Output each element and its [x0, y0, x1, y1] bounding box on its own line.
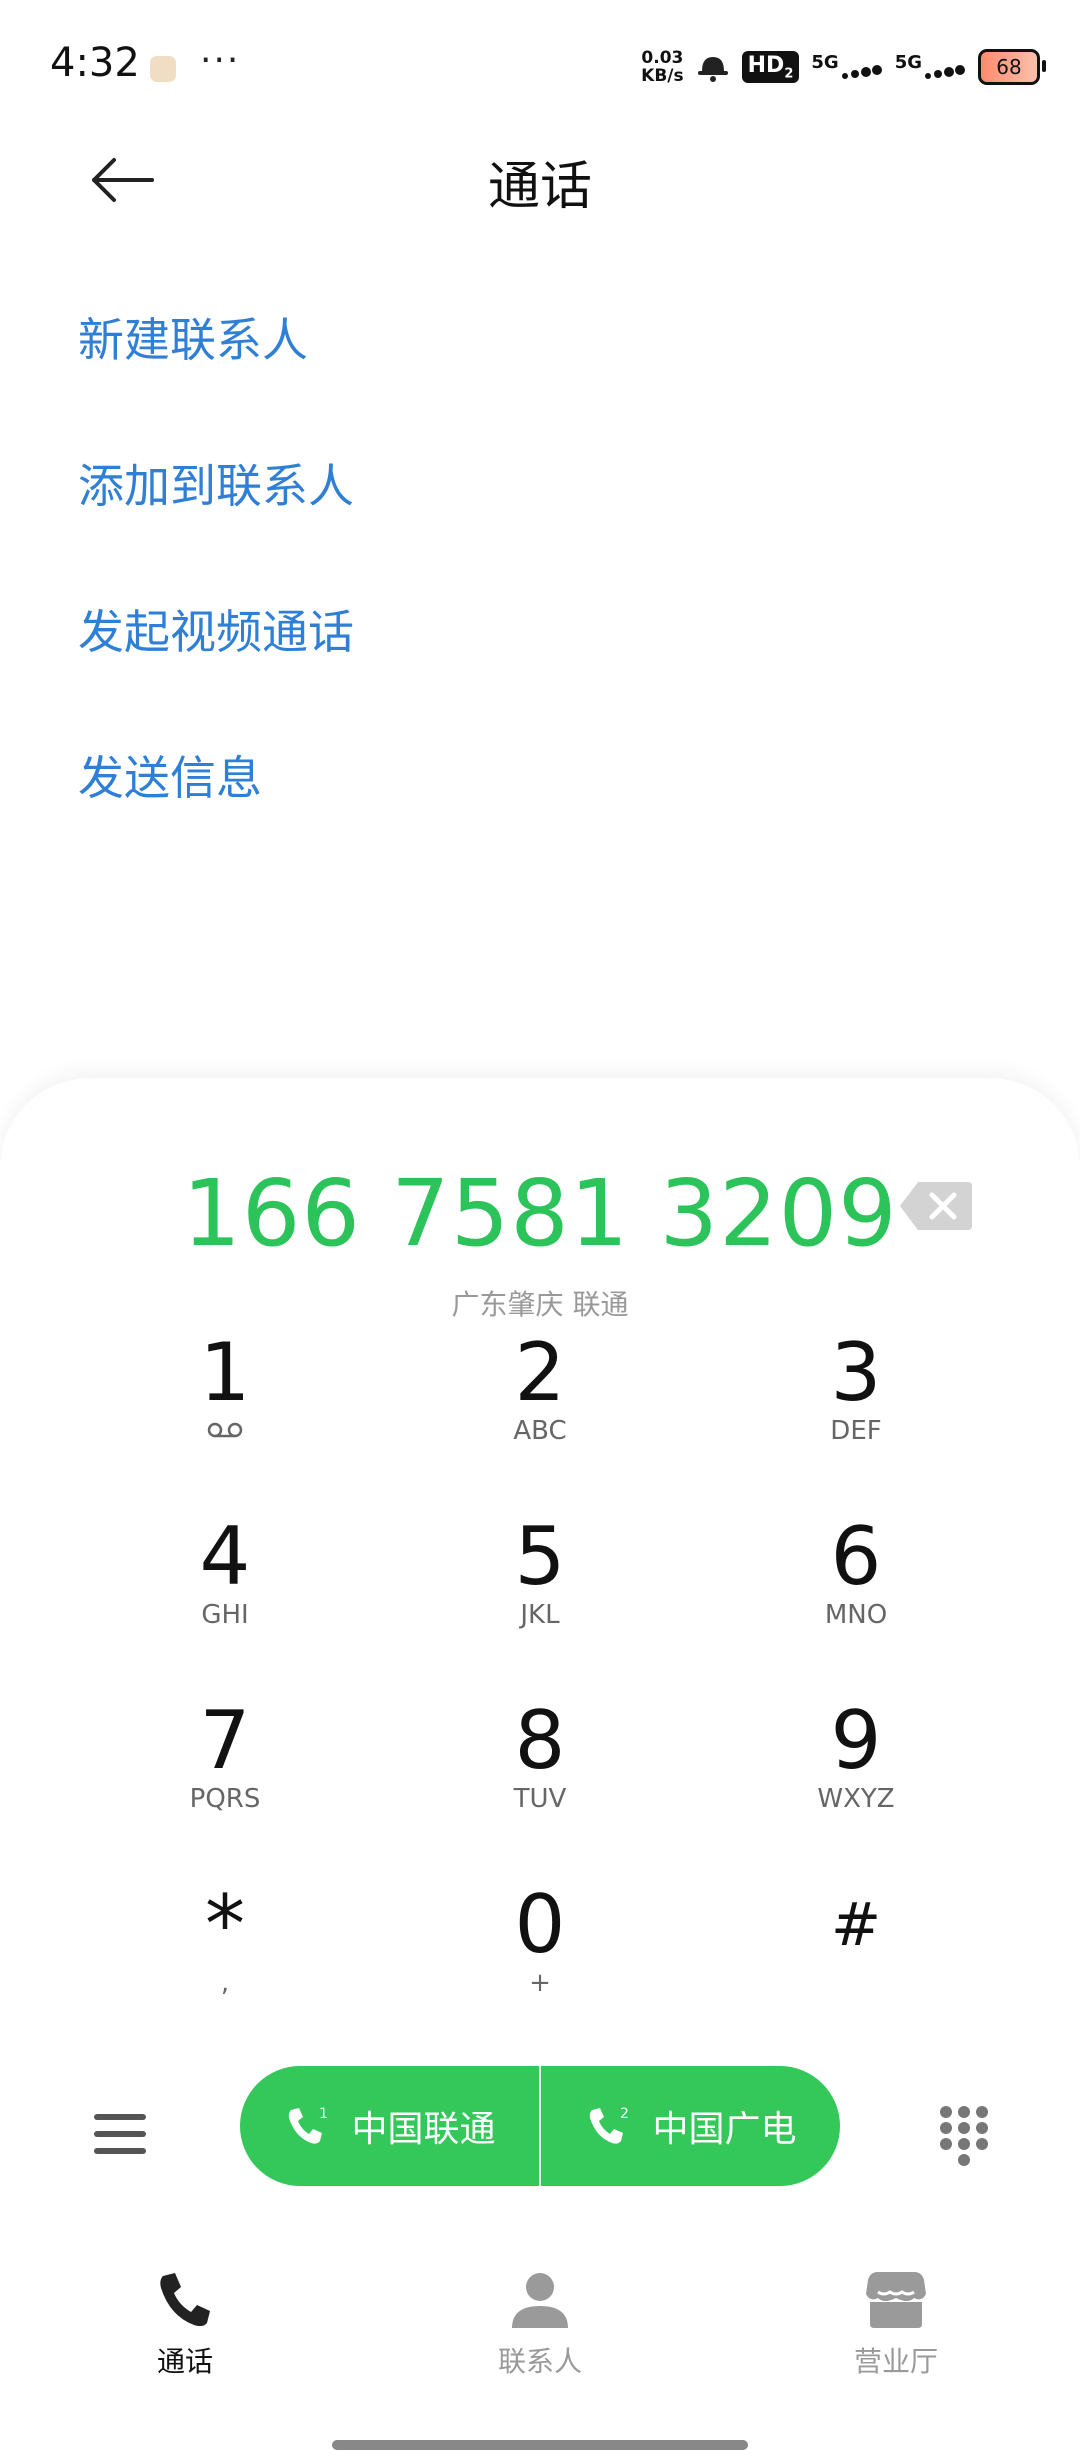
key-hash[interactable]: #	[746, 1880, 966, 2040]
key-letters: PQRS	[189, 1784, 261, 1814]
status-bar: 4:32 ··· 0.03 KB/s HD2 5G 5G 68	[0, 0, 1080, 140]
bottom-tab-bar: 通话 联系人 营业厅	[0, 2260, 1080, 2400]
number-location: 广东肇庆 联通	[451, 1288, 629, 1321]
key-digit: 7	[199, 1694, 251, 1787]
key-4[interactable]: 4 GHI	[115, 1512, 335, 1672]
call-buttons: 1 中国联通 2 中国广电	[240, 2066, 840, 2186]
key-3[interactable]: 3 DEF	[746, 1328, 966, 1488]
key-1[interactable]: 1	[115, 1328, 335, 1488]
key-9[interactable]: 9 WXYZ	[746, 1696, 966, 1856]
key-digit: #	[830, 1890, 882, 1960]
svg-text:1: 1	[319, 2106, 328, 2122]
key-letters: GHI	[201, 1600, 249, 1630]
header: 通话	[0, 130, 1080, 230]
key-digit: *	[205, 1878, 245, 1971]
key-digit: 6	[830, 1510, 882, 1603]
phone-sim2-icon: 2	[584, 2104, 634, 2148]
key-digit: 2	[514, 1326, 566, 1419]
phone-sim1-icon: 1	[283, 2104, 333, 2148]
key-8[interactable]: 8 TUV	[430, 1696, 650, 1856]
hamburger-menu-icon	[94, 2114, 146, 2154]
number-actions-list: 新建联系人 添加到联系人 发起视频通话 发送信息	[78, 300, 354, 884]
hide-keypad-button[interactable]	[938, 2104, 990, 2166]
page-title: 通话	[487, 157, 592, 217]
key-letters: TUV	[513, 1784, 567, 1814]
video-call-option[interactable]: 发起视频通话	[78, 592, 354, 738]
backspace-icon	[900, 1182, 972, 1230]
signal-sim1-icon: 5G	[811, 52, 882, 82]
tab-label: 联系人	[497, 2345, 582, 2378]
hd-badge: HD2	[741, 50, 800, 84]
key-digit: 1	[199, 1326, 251, 1419]
battery-icon: 68	[978, 49, 1046, 85]
network-speed-unit: KB/s	[641, 66, 684, 86]
key-7[interactable]: 7 PQRS	[115, 1696, 335, 1856]
person-icon	[512, 2273, 568, 2328]
tab-label: 通话	[156, 2345, 213, 2378]
call-sim2-button[interactable]: 2 中国广电	[541, 2066, 840, 2186]
key-digit: 0	[514, 1878, 566, 1971]
add-to-contact-option[interactable]: 添加到联系人	[78, 446, 354, 592]
call-sim2-label: 中国广电	[652, 2109, 797, 2150]
key-letters: ABC	[513, 1416, 567, 1446]
key-digit: 5	[514, 1510, 566, 1603]
delete-button[interactable]	[898, 1180, 974, 1232]
dialpad-icon	[940, 2106, 988, 2166]
alarm-icon	[697, 57, 728, 82]
more-notifications-icon: ···	[200, 40, 241, 81]
key-digit: 8	[514, 1694, 566, 1787]
home-indicator[interactable]	[332, 2440, 748, 2450]
key-6[interactable]: 6 MNO	[746, 1512, 966, 1672]
key-letters: MNO	[824, 1600, 888, 1630]
svg-text:2: 2	[620, 2106, 629, 2122]
tab-calls[interactable]: 通话	[85, 2270, 285, 2380]
send-message-option[interactable]: 发送信息	[78, 738, 354, 884]
menu-button[interactable]	[94, 2112, 146, 2156]
key-letters: JKL	[520, 1600, 560, 1630]
tab-contacts[interactable]: 联系人	[440, 2270, 640, 2380]
status-time: 4:32	[50, 40, 140, 86]
key-digit: 4	[199, 1510, 251, 1603]
key-letters: DEF	[830, 1416, 882, 1446]
call-sim1-button[interactable]: 1 中国联通	[240, 2066, 539, 2186]
key-digit: 9	[830, 1694, 882, 1787]
store-icon	[866, 2272, 926, 2328]
signal-sim2-icon: 5G	[895, 52, 966, 82]
network-speed: 0.03 KB/s	[641, 49, 683, 85]
key-2[interactable]: 2 ABC	[430, 1328, 650, 1488]
key-letters: ,	[220, 1968, 230, 1998]
key-letters: WXYZ	[817, 1784, 895, 1814]
phone-icon	[160, 2273, 210, 2327]
key-5[interactable]: 5 JKL	[430, 1512, 650, 1672]
key-0[interactable]: 0 +	[430, 1880, 650, 2040]
voicemail-icon	[207, 1422, 243, 1438]
key-digit: 3	[830, 1326, 882, 1419]
key-letters: +	[529, 1968, 551, 1998]
new-contact-option[interactable]: 新建联系人	[78, 300, 354, 446]
key-star[interactable]: * ,	[115, 1880, 335, 2040]
tab-business-hall[interactable]: 营业厅	[796, 2270, 996, 2380]
notification-app-icon	[150, 56, 176, 82]
network-speed-value: 0.03	[641, 48, 684, 68]
call-sim1-label: 中国联通	[351, 2109, 496, 2150]
status-indicators: 0.03 KB/s HD2 5G 5G 68	[641, 46, 1046, 88]
tab-label: 营业厅	[853, 2345, 938, 2378]
